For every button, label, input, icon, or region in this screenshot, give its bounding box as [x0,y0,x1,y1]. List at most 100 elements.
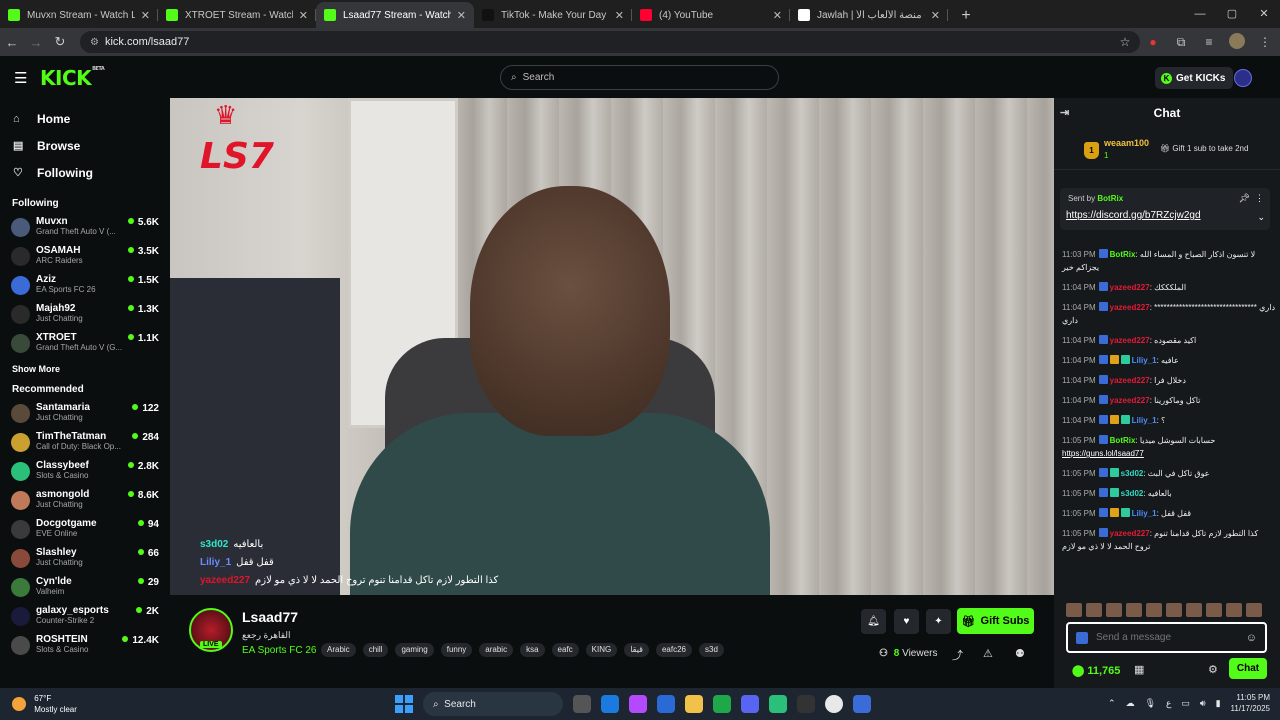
browser-tab[interactable]: Jawlah | جولة - منصة الألعاب الأ ✕ [790,2,948,28]
browser-tab[interactable]: TikTok - Make Your Day ✕ [474,2,632,28]
stream-category[interactable]: EA Sports FC 26 [242,645,316,656]
leader-name[interactable]: weaam100 [1104,138,1149,148]
tab-close-icon[interactable]: ✕ [773,9,782,22]
volume-icon[interactable]: 🔊︎ [1200,698,1206,709]
get-kicks-button[interactable]: K Get KICKs [1155,67,1234,89]
discord-icon[interactable] [741,695,759,713]
sidebar-channel[interactable]: asmongold Just Chatting 8.6K [0,486,170,515]
share-icon[interactable]: ⤴ [952,647,963,663]
chat-message-input[interactable] [1096,632,1236,643]
stream-tag[interactable]: chill [362,643,389,657]
emote-icon[interactable] [1146,603,1162,617]
app-icon[interactable] [797,695,815,713]
hamburger-menu-icon[interactable]: ☰ [14,69,27,87]
pin-icon[interactable]: 📌︎ [1239,193,1250,204]
gift-icon[interactable]: ▦ [1134,663,1144,676]
browser-tab[interactable]: (4) YouTube ✕ [632,2,790,28]
windows-start-icon[interactable] [395,695,413,713]
back-icon[interactable]: ← [0,35,24,50]
extensions-icon[interactable]: ⧉ [1172,35,1190,50]
sidebar-channel[interactable]: Docgotgame EVE Online 94 [0,515,170,544]
task-view-icon[interactable] [573,695,591,713]
stream-tag[interactable]: KING [585,643,618,657]
emote-icon[interactable] [1086,603,1102,617]
profile-avatar[interactable] [1228,32,1246,52]
mic-icon[interactable]: 🎙︎ [1145,698,1156,709]
follow-heart-button[interactable]: ♥ [894,609,919,634]
emote-icon[interactable] [1226,603,1242,617]
browser-tab[interactable]: Lsaad77 Stream - Watch Live ✕ [316,2,474,28]
weather-widget[interactable]: 67°F Mostly clear [12,693,77,715]
stream-tag[interactable]: قيقا [624,643,649,657]
chat-username[interactable]: BotRix [1110,250,1136,259]
chat-settings-icon[interactable]: ⚙ [1208,663,1218,676]
stream-tag[interactable]: eafc [551,643,579,657]
security-shield-icon[interactable] [853,695,871,713]
emote-icon[interactable] [1126,603,1142,617]
sidebar-channel[interactable]: XTROET Grand Theft Auto V (G... 1.1K [0,329,170,358]
emote-icon[interactable] [1166,603,1182,617]
tab-close-icon[interactable]: ✕ [457,9,466,22]
more-options-icon[interactable]: ⋮ [1255,193,1264,204]
gift-take-button[interactable]: 🎁︎ Gift 1 sub to take 2nd [1160,144,1248,153]
sidebar-item-home[interactable]: ⌂ Home [0,105,170,132]
chat-username[interactable]: s3d02 [1121,489,1144,498]
channel-name[interactable]: Lsaad77 [242,609,298,625]
sparkle-button[interactable]: ✦ [926,609,951,634]
forward-icon[interactable]: → [24,35,48,50]
emote-icon[interactable] [1186,603,1202,617]
new-tab-button[interactable]: + [954,4,978,28]
sidebar-channel[interactable]: Cyn'lde Valheim 29 [0,573,170,602]
stream-tag[interactable]: funny [440,643,473,657]
kick-logo[interactable]: KICKBETA [40,66,105,90]
browser-menu-icon[interactable]: ⋮ [1256,35,1274,49]
browser-tab[interactable]: XTROET Stream - Watch Live on ✕ [158,2,316,28]
emote-icon[interactable] [1206,603,1222,617]
browser-tab[interactable]: Muvxn Stream - Watch Live on ✕ [0,2,158,28]
file-explorer-icon[interactable] [685,695,703,713]
sidebar-item-browse[interactable]: ▤ Browse [0,132,170,159]
network-icon[interactable]: ▭ [1181,698,1190,709]
emoji-picker-icon[interactable]: ☺ [1246,632,1257,644]
chrome-icon[interactable] [825,695,843,713]
close-window-icon[interactable]: ✕ [1248,0,1280,28]
language-indicator[interactable]: ع [1166,698,1171,709]
video-player[interactable]: ♛ LS7 s3d02 بالعافيه Liliy_1 قفل قفل yazeed2… [170,98,1054,595]
chat-username[interactable]: BotRix [1110,436,1136,445]
emote-icon[interactable] [1246,603,1262,617]
show-more-button[interactable]: Show More [0,360,170,378]
chat-username[interactable]: Liliy_1 [1132,416,1157,425]
chat-username[interactable]: yazeed227 [1110,529,1150,538]
edge-icon[interactable] [601,695,619,713]
tab-close-icon[interactable]: ✕ [299,9,308,22]
maximize-icon[interactable]: ▢ [1216,0,1248,28]
expand-chevron-icon[interactable]: ⌄ [1257,212,1265,223]
xbox-icon[interactable] [713,695,731,713]
sidebar-channel[interactable]: OSAMAH ARC Raiders 3.5K [0,242,170,271]
minimize-icon[interactable]: — [1184,0,1216,28]
message-link[interactable]: https://guns.lol/lsaad77 [1062,449,1144,458]
chat-input-box[interactable]: ☺ [1066,622,1267,653]
emote-icon[interactable] [1066,603,1082,617]
whatsapp-icon[interactable] [769,695,787,713]
chat-username[interactable]: Liliy_1 [1132,509,1157,518]
store-icon[interactable] [657,695,675,713]
collapse-chat-icon[interactable]: ⇥ [1060,106,1069,119]
site-info-icon[interactable]: ⚙ [90,37,99,48]
stream-tag[interactable]: arabic [479,643,514,657]
taskbar-search[interactable]: ⌕ Search [423,692,563,716]
sidebar-channel[interactable]: Muvxn Grand Theft Auto V (... 5.6K [0,213,170,242]
sidebar-channel[interactable]: Slashley Just Chatting 66 [0,544,170,573]
battery-icon[interactable]: ▮ [1216,698,1221,709]
system-clock[interactable]: 11:05 PM 11/17/2025 [1231,692,1270,714]
sidebar-channel[interactable]: Majah92 Just Chatting 1.3K [0,300,170,329]
sidebar-channel[interactable]: Classybeef Slots & Casino 2.8K [0,457,170,486]
media-icon[interactable]: ≡ [1200,35,1218,49]
chat-username[interactable]: yazeed227 [1110,283,1150,292]
tray-chevron-icon[interactable]: ⌃ [1108,698,1116,709]
tab-close-icon[interactable]: ✕ [615,9,624,22]
sidebar-channel[interactable]: Santamaria Just Chatting 122 [0,399,170,428]
url-field[interactable]: ⚙ kick.com/lsaad77 [80,31,1140,53]
kicks-balance[interactable]: ⬤ 11,765 [1072,664,1120,677]
stream-tag[interactable]: ksa [520,643,545,657]
